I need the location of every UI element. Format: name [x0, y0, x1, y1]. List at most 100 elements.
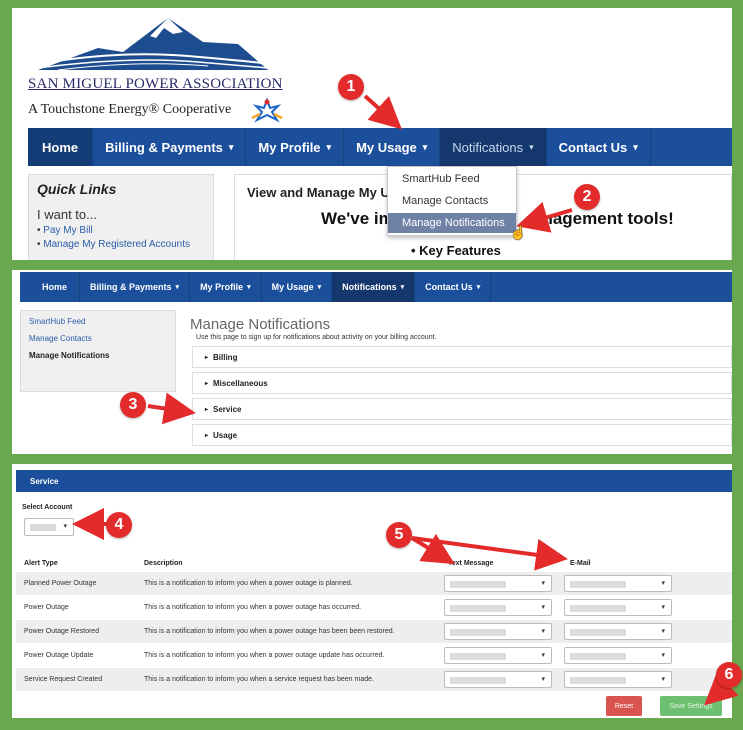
nav-label: My Profile [258, 139, 321, 155]
expand-arrow-icon: ▸ [205, 354, 209, 361]
email-select[interactable]: ▾ [564, 599, 672, 616]
caret-down-icon: ▾ [247, 284, 251, 291]
accordion-service[interactable]: ▸ Service [192, 398, 732, 420]
touchstone-star-icon [251, 98, 283, 123]
alert-type: Power Outage Restored [24, 628, 100, 635]
reset-button[interactable]: Reset [606, 696, 642, 716]
quick-link-pay-bill[interactable]: Pay My Bill [37, 225, 205, 236]
redacted-value [450, 629, 506, 636]
table-row: Planned Power Outage This is a notificat… [16, 572, 732, 595]
nav-label: Home [42, 282, 68, 292]
expand-arrow-icon: ▸ [205, 406, 209, 413]
text-message-select[interactable]: ▾ [444, 623, 552, 640]
accordion-billing[interactable]: ▸ Billing [192, 346, 732, 368]
nav-label: My Usage [356, 139, 417, 155]
select-account-label: Select Account [22, 504, 73, 511]
main-navigation: Home Billing & Payments ▾ My Profile ▾ My … [28, 128, 732, 166]
alert-description: This is a notification to inform you whe… [144, 604, 362, 611]
nav-billing-payments[interactable]: Billing & Payments ▾ [93, 128, 247, 166]
nav-contact-us[interactable]: Contact Us ▾ [547, 128, 651, 166]
sidebar-item-smarthub-feed[interactable]: SmartHub Feed [29, 317, 167, 326]
panel-manage-notifications: Home Billing & Payments ▾ My Profile ▾ My … [12, 270, 732, 454]
redacted-value [570, 629, 626, 636]
step-badge-6: 6 [716, 662, 742, 688]
menu-item-manage-notifications[interactable]: Manage Notifications [388, 213, 516, 233]
dropdown-arrow-icon: ▾ [661, 604, 665, 611]
nav-notifications[interactable]: Notifications ▾ [332, 272, 416, 302]
key-features: Key Features [411, 243, 501, 258]
sidebar-item-manage-notifications[interactable]: Manage Notifications [29, 351, 167, 360]
column-header-text-message: Text Message [448, 560, 494, 567]
dropdown-arrow-icon: ▾ [541, 580, 545, 587]
nav-label: Billing & Payments [105, 139, 223, 155]
nav-notifications[interactable]: Notifications ▾ [440, 128, 547, 166]
caret-down-icon: ▾ [317, 284, 322, 291]
table-row: Power Outage Restored This is a notifica… [16, 620, 732, 643]
dropdown-arrow-icon: ▾ [541, 604, 545, 611]
column-header-alert-type: Alert Type [24, 560, 58, 567]
page-title: Manage Notifications [190, 316, 331, 333]
usage-box-title: View and Manage My Usa [247, 185, 405, 200]
nav-my-usage[interactable]: My Usage ▾ [262, 272, 333, 302]
redacted-value [570, 677, 626, 684]
step-badge-1: 1 [338, 74, 364, 100]
quick-link-manage-accounts[interactable]: Manage My Registered Accounts [37, 239, 205, 250]
caret-down-icon: ▾ [175, 284, 180, 291]
mountain-logo-icon [38, 18, 268, 71]
nav-my-profile[interactable]: My Profile ▾ [190, 272, 262, 302]
column-header-email: E-Mail [570, 560, 591, 567]
save-settings-button[interactable]: Save Settings [660, 696, 722, 716]
dropdown-arrow-icon: ▾ [541, 676, 545, 683]
sidebar-item-manage-contacts[interactable]: Manage Contacts [29, 334, 167, 343]
email-select[interactable]: ▾ [564, 671, 672, 688]
company-tagline: A Touchstone Energy® Cooperative [28, 102, 232, 117]
text-message-select[interactable]: ▾ [444, 671, 552, 688]
nav-billing-payments[interactable]: Billing & Payments ▾ [80, 272, 191, 302]
dropdown-arrow-icon: ▾ [63, 523, 67, 530]
accordion-label: Miscellaneous [213, 378, 268, 388]
email-select[interactable]: ▾ [564, 647, 672, 664]
select-account-dropdown[interactable]: ▾ [24, 518, 74, 536]
menu-item-manage-contacts[interactable]: Manage Contacts [388, 191, 516, 211]
dropdown-arrow-icon: ▾ [661, 676, 665, 683]
accordion-label: Billing [213, 352, 238, 362]
alert-type: Power Outage Update [24, 652, 94, 659]
nav-label: Billing & Payments [90, 282, 172, 292]
nav-my-profile[interactable]: My Profile ▾ [246, 128, 345, 166]
caret-down-icon: ▾ [326, 141, 332, 152]
caret-down-icon: ▾ [476, 284, 481, 291]
dropdown-arrow-icon: ▾ [541, 652, 545, 659]
accordion-label: Usage [213, 430, 238, 440]
step-badge-5: 5 [386, 522, 412, 548]
accordion-miscellaneous[interactable]: ▸ Miscellaneous [192, 372, 732, 394]
dropdown-arrow-icon: ▾ [541, 628, 545, 635]
logo[interactable]: SAN MIGUEL POWER ASSOCIATION A Touchston… [28, 14, 298, 126]
text-message-select[interactable]: ▾ [444, 647, 552, 664]
expand-arrow-icon: ▸ [205, 432, 209, 439]
notifications-dropdown-menu: SmartHub Feed Manage Contacts Manage Not… [387, 166, 517, 236]
nav-label: My Usage [271, 282, 314, 292]
text-message-select[interactable]: ▾ [444, 599, 552, 616]
table-row: Service Request Created This is a notifi… [16, 668, 732, 691]
alert-description: This is a notification to inform you whe… [144, 652, 385, 659]
accordion-label: Service [213, 404, 242, 414]
menu-item-smarthub-feed[interactable]: SmartHub Feed [388, 169, 516, 189]
alert-description: This is a notification to inform you whe… [144, 628, 395, 635]
service-section-header[interactable]: Service [16, 470, 732, 492]
redacted-value [570, 605, 626, 612]
nav-home[interactable]: Home [28, 128, 94, 166]
text-message-select[interactable]: ▾ [444, 575, 552, 592]
email-select[interactable]: ▾ [564, 575, 672, 592]
nav-home[interactable]: Home [20, 272, 81, 302]
accordion-usage[interactable]: ▸ Usage [192, 424, 732, 446]
caret-down-icon: ▾ [422, 141, 428, 152]
nav-my-usage[interactable]: My Usage ▾ [344, 128, 441, 166]
alert-description: This is a notification to inform you whe… [144, 676, 374, 683]
alerts-table-header: Alert Type Description Text Message E-Ma… [16, 556, 732, 572]
nav-contact-us[interactable]: Contact Us ▾ [415, 272, 492, 302]
email-select[interactable]: ▾ [564, 623, 672, 640]
step-badge-4: 4 [106, 512, 132, 538]
redacted-value [450, 605, 506, 612]
page-description: Use this page to sign up for notificatio… [196, 334, 437, 341]
quick-links-title: Quick Links [37, 181, 117, 197]
